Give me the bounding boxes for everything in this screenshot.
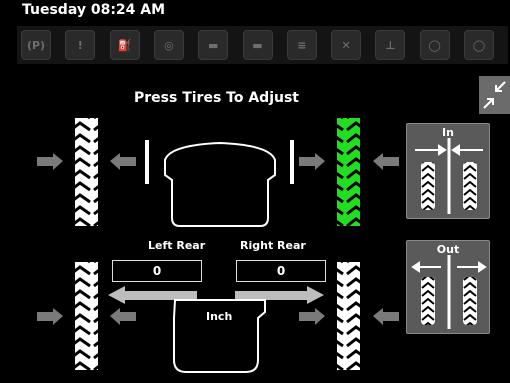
outer-arrow-left-front <box>37 153 63 170</box>
left-rear-label: Left Rear <box>148 239 206 252</box>
toe-out-button[interactable]: Out <box>406 240 490 334</box>
outer-arrow-left-rear <box>37 308 63 325</box>
inner-arrow-left-rear <box>110 308 136 325</box>
adjust-left-rear-arrow[interactable] <box>108 286 197 304</box>
inner-arrow-right-front <box>299 153 325 170</box>
outer-arrow-right-rear <box>373 308 399 325</box>
tire-rear-left[interactable] <box>75 262 98 370</box>
tire-front-left[interactable] <box>75 118 98 226</box>
unit-label: Inch <box>206 310 233 323</box>
outer-arrow-right-front <box>373 153 399 170</box>
inner-arrow-left-front <box>110 153 136 170</box>
tire-front-right[interactable] <box>337 118 360 226</box>
right-rear-value: 0 <box>236 260 326 282</box>
tire-rear-right[interactable] <box>337 262 360 370</box>
toe-out-icon <box>411 255 487 329</box>
right-rear-label: Right Rear <box>240 239 306 252</box>
toe-in-button[interactable]: In <box>406 123 490 219</box>
adjust-right-rear-arrow[interactable] <box>235 286 324 304</box>
inner-arrow-right-rear <box>299 308 325 325</box>
vehicle-front-outline <box>164 141 276 227</box>
toe-in-icon <box>415 138 483 214</box>
left-rear-value: 0 <box>112 260 202 282</box>
